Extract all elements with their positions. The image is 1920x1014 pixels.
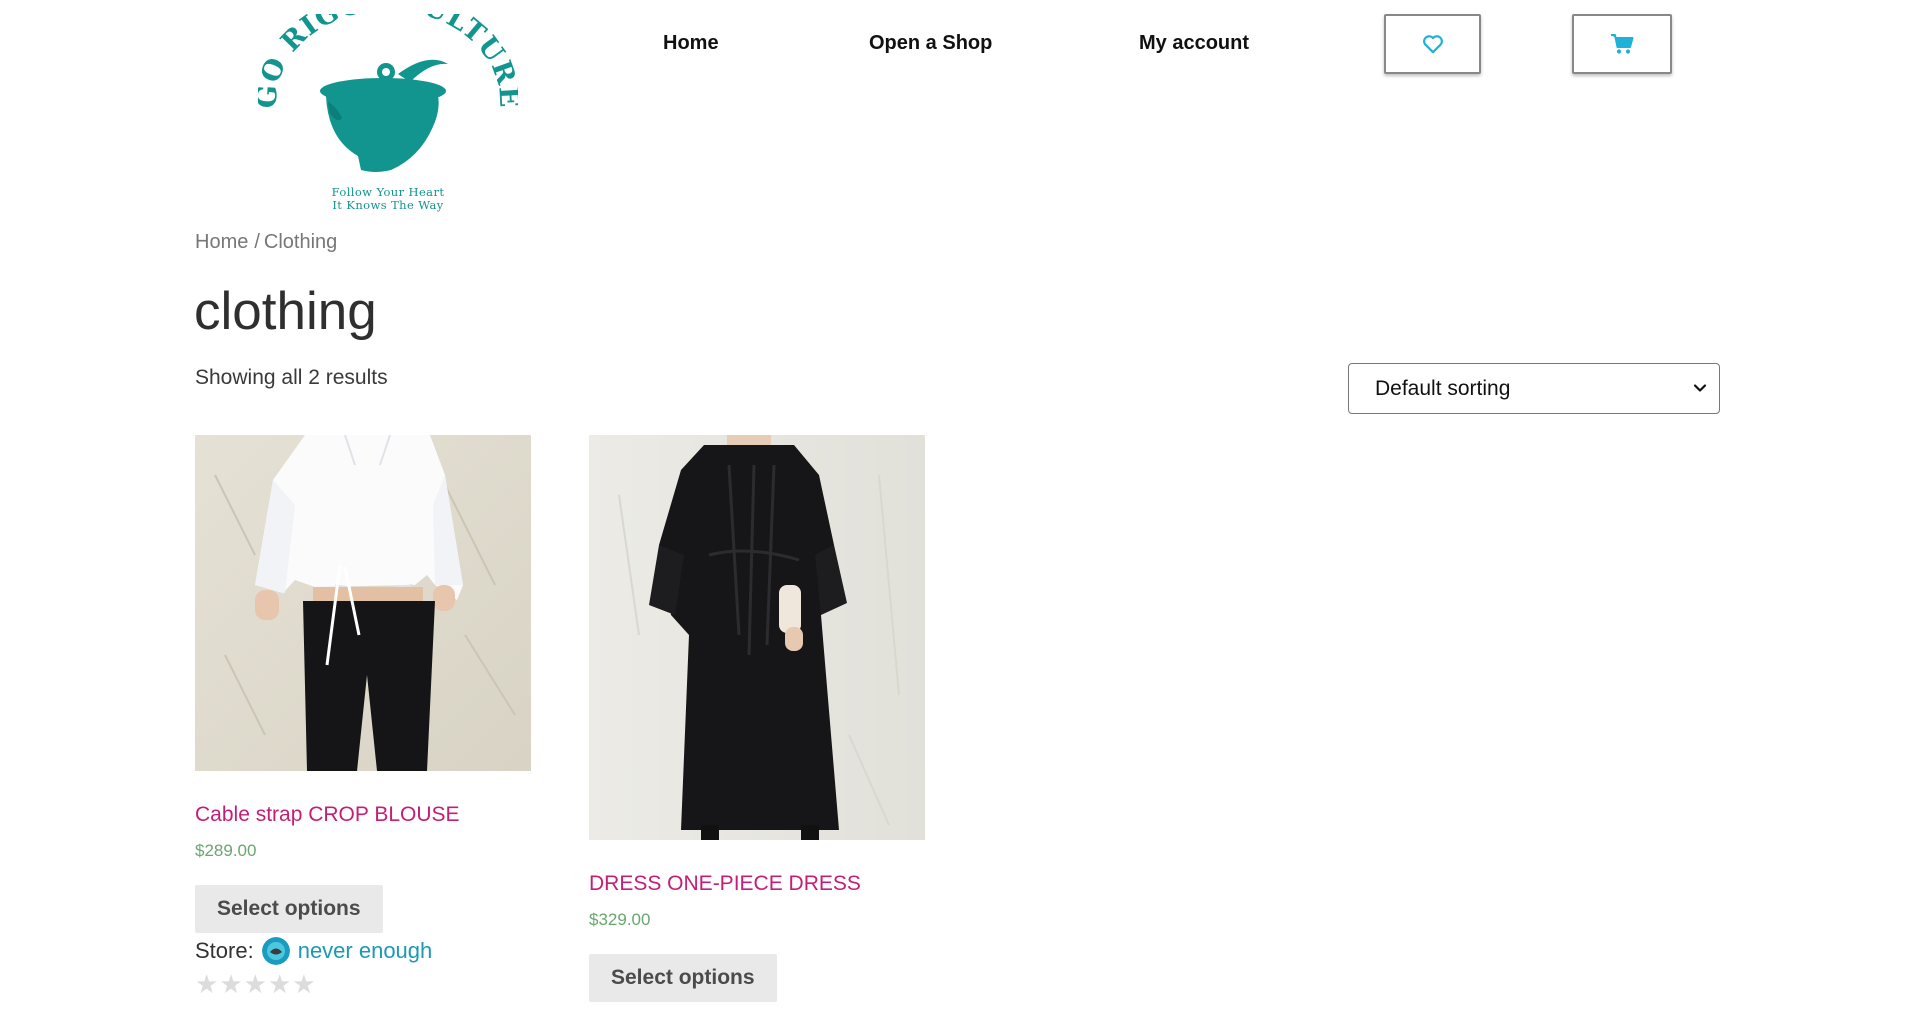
chevron-down-icon (1693, 384, 1707, 392)
store-avatar (261, 937, 290, 965)
sorting-selected-value: Default sorting (1375, 376, 1511, 400)
site-logo[interactable]: GO RIGOR CULTURE Follow Your Heart It Kn… (258, 14, 518, 216)
store-link[interactable]: never enough (298, 938, 433, 964)
heart-icon (1422, 35, 1443, 54)
product-image-dress[interactable] (589, 435, 925, 840)
star-icon: ★ (243, 969, 267, 999)
product-image-blouse[interactable] (195, 435, 531, 771)
star-icon: ★ (267, 969, 292, 999)
select-options-button[interactable]: Select options (589, 954, 777, 1002)
product-price: $329.00 (589, 910, 651, 929)
store-label: Store: (195, 938, 254, 963)
nav-home[interactable]: Home (663, 32, 719, 55)
store-line: Store: never enough (195, 937, 531, 965)
logo-tagline-2: It Knows The Way (332, 198, 444, 212)
product-card: Cable strap CROP BLOUSE $289.00 Select o… (195, 435, 531, 997)
result-count: Showing all 2 results (195, 366, 388, 389)
product-title[interactable]: Cable strap CROP BLOUSE (195, 803, 531, 827)
star-icon: ★ (195, 969, 219, 999)
breadcrumb-separator: / (254, 231, 260, 253)
star-icon: ★ (292, 969, 316, 999)
wishlist-button[interactable] (1384, 14, 1481, 74)
page-title: clothing (194, 282, 377, 341)
nav-open-a-shop[interactable]: Open a Shop (869, 32, 992, 55)
product-title[interactable]: DRESS ONE-PIECE DRESS (589, 872, 925, 896)
select-options-button[interactable]: Select options (195, 885, 383, 933)
sorting-select[interactable]: Default sorting (1348, 363, 1720, 414)
product-price: $289.00 (195, 841, 257, 860)
breadcrumb: Home / Clothing (195, 231, 337, 254)
cart-button[interactable] (1572, 14, 1672, 74)
logo-emblem: GO RIGOR CULTURE (258, 14, 518, 172)
shop-page: GO RIGOR CULTURE Follow Your Heart It Kn… (0, 0, 1920, 1014)
product-card: DRESS ONE-PIECE DRESS $329.00 Select opt… (589, 435, 925, 1002)
nav-my-account[interactable]: My account (1139, 32, 1249, 55)
breadcrumb-current: Clothing (263, 231, 338, 253)
breadcrumb-home[interactable]: Home (195, 231, 248, 253)
cart-icon (1611, 34, 1634, 54)
star-icon: ★ (219, 969, 243, 999)
star-rating: ★ ★ ★ ★ ★ (195, 971, 531, 997)
